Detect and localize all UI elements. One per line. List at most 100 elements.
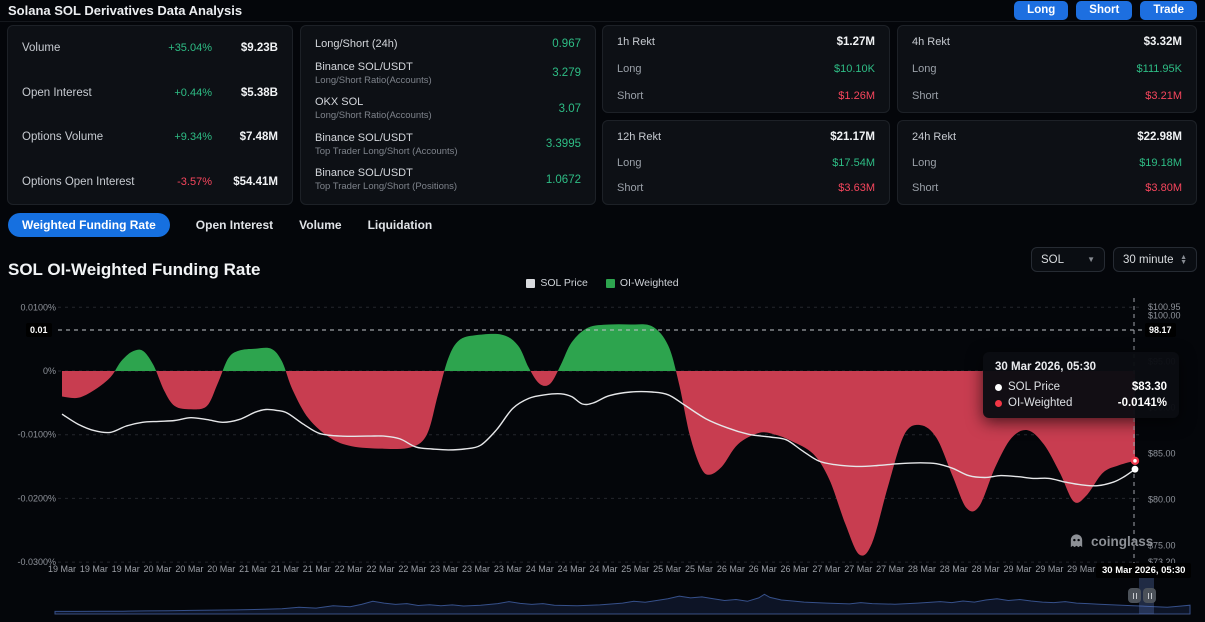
x-axis-tick: 25 Mar xyxy=(685,564,713,574)
chart-controls: SOL ▼ 30 minute ▲▼ xyxy=(1031,247,1197,272)
sol-price-swatch-icon xyxy=(526,279,535,288)
long-button[interactable]: Long xyxy=(1014,1,1068,20)
page-title: Solana SOL Derivatives Data Analysis xyxy=(8,3,242,18)
legend-label: OI-Weighted xyxy=(620,277,679,289)
x-axis-tick: 24 Mar xyxy=(526,564,554,574)
rekt-long-value: $19.18M xyxy=(1139,157,1182,169)
x-axis-tick: 19 Mar xyxy=(112,564,140,574)
x-axis-tick: 25 Mar xyxy=(653,564,681,574)
x-axis-tick: 25 Mar xyxy=(621,564,649,574)
tooltip-row-sol-price: SOL Price $83.30 xyxy=(995,381,1167,393)
rekt-short-label: Short xyxy=(912,90,938,102)
ratio-value: 0.967 xyxy=(552,38,581,50)
navigator-handle-left[interactable] xyxy=(1128,588,1141,603)
x-axis-tick: 26 Mar xyxy=(781,564,809,574)
x-axis-tick: 23 Mar xyxy=(494,564,522,574)
x-axis-tick: 20 Mar xyxy=(207,564,235,574)
rekt-short-value: $3.21M xyxy=(1145,90,1182,102)
rekt-short-value: $1.26M xyxy=(838,90,875,102)
x-axis-tick: 24 Mar xyxy=(558,564,586,574)
rekt-short-label: Short xyxy=(617,182,643,194)
ratio-value: 1.0672 xyxy=(546,174,581,186)
legend-label: SOL Price xyxy=(540,277,587,289)
svg-text:-0.0200%: -0.0200% xyxy=(17,493,56,503)
x-axis-tick: 20 Mar xyxy=(144,564,172,574)
rekt-long-value: $10.10K xyxy=(834,63,875,75)
app-root: Solana SOL Derivatives Data Analysis Lon… xyxy=(0,0,1205,622)
crosshair-time-label: 30 Mar 2026, 05:30 xyxy=(1096,563,1191,578)
navigator-canvas[interactable] xyxy=(0,580,1205,620)
stat-value: $54.41M xyxy=(212,176,278,188)
stat-change: +0.44% xyxy=(152,87,212,99)
ratio-sublabel: Top Trader Long/Short (Accounts) xyxy=(315,146,546,157)
chart-tooltip: 30 Mar 2026, 05:30 SOL Price $83.30 OI-W… xyxy=(983,352,1179,418)
stat-row-options-volume: Options Volume +9.34% $7.48M xyxy=(22,131,278,143)
top-bar-actions: Long Short Trade xyxy=(1014,1,1197,20)
rekt-long-label: Long xyxy=(912,63,936,75)
trade-button[interactable]: Trade xyxy=(1140,1,1197,20)
tab-liquidation[interactable]: Liquidation xyxy=(368,213,433,237)
tooltip-row-oi-weighted: OI-Weighted -0.0141% xyxy=(995,397,1167,409)
oi-weighted-dot-icon xyxy=(995,400,1002,407)
interval-select[interactable]: 30 minute ▲▼ xyxy=(1113,247,1197,272)
ratio-label: Binance SOL/USDT xyxy=(315,167,546,179)
rekt-period: 24h Rekt xyxy=(912,131,956,143)
crosshair-y-right-label: 98.17 xyxy=(1145,323,1176,337)
rekt-short-label: Short xyxy=(617,90,643,102)
stat-value: $7.48M xyxy=(212,131,278,143)
tooltip-series-value: $83.30 xyxy=(1132,381,1167,393)
symbol-select[interactable]: SOL ▼ xyxy=(1031,247,1105,272)
x-axis-tick: 28 Mar xyxy=(972,564,1000,574)
svg-text:0%: 0% xyxy=(43,366,56,376)
x-axis-labels: 19 Mar19 Mar19 Mar20 Mar20 Mar20 Mar21 M… xyxy=(0,564,1205,577)
x-axis-tick: 22 Mar xyxy=(366,564,394,574)
short-button[interactable]: Short xyxy=(1076,1,1132,20)
stat-value: $9.23B xyxy=(212,42,278,54)
long-short-ratios-panel: Long/Short (24h) 0.967 Binance SOL/USDT … xyxy=(300,25,596,205)
chart-legend: SOL Price OI-Weighted xyxy=(0,277,1205,289)
x-axis-tick: 19 Mar xyxy=(80,564,108,574)
chart-tabs: Weighted Funding Rate Open Interest Volu… xyxy=(8,213,432,237)
tab-weighted-funding-rate[interactable]: Weighted Funding Rate xyxy=(8,213,170,237)
x-axis-tick: 29 Mar xyxy=(1003,564,1031,574)
rekt-total: $1.27M xyxy=(837,36,875,48)
svg-text:0.0100%: 0.0100% xyxy=(20,302,56,312)
chevron-down-icon: ▼ xyxy=(1087,255,1095,264)
ratio-value: 3.07 xyxy=(559,103,581,115)
ratio-sublabel: Long/Short Ratio(Accounts) xyxy=(315,75,552,86)
chart-canvas[interactable]: 0.0100%0%-0.0100%-0.0200%-0.0300%$100.95… xyxy=(0,292,1205,578)
x-axis-tick: 29 Mar xyxy=(1067,564,1095,574)
legend-item-oi-weighted[interactable]: OI-Weighted xyxy=(606,277,679,289)
rekt-total: $21.17M xyxy=(830,131,875,143)
rekt-short-label: Short xyxy=(912,182,938,194)
sol-price-dot-icon xyxy=(995,384,1002,391)
rekt-total: $22.98M xyxy=(1137,131,1182,143)
ratio-label: Long/Short (24h) xyxy=(315,38,552,50)
x-axis-tick: 26 Mar xyxy=(749,564,777,574)
x-axis-tick: 21 Mar xyxy=(271,564,299,574)
x-axis-tick: 28 Mar xyxy=(908,564,936,574)
rekt-long-label: Long xyxy=(912,157,936,169)
stat-row-options-open-interest: Options Open Interest -3.57% $54.41M xyxy=(22,176,278,188)
ratio-label: Binance SOL/USDT xyxy=(315,132,546,144)
symbol-select-value: SOL xyxy=(1041,254,1064,266)
funding-rate-chart[interactable]: 0.0100%0%-0.0100%-0.0200%-0.0300%$100.95… xyxy=(0,292,1205,578)
chart-navigator[interactable] xyxy=(0,580,1205,620)
ratio-row: Binance SOL/USDT Long/Short Ratio(Accoun… xyxy=(315,61,581,86)
rekt-period: 12h Rekt xyxy=(617,131,661,143)
x-axis-tick: 27 Mar xyxy=(876,564,904,574)
x-axis-tick: 21 Mar xyxy=(303,564,331,574)
svg-text:$80.00: $80.00 xyxy=(1148,495,1176,505)
tab-open-interest[interactable]: Open Interest xyxy=(196,213,273,237)
x-axis-tick: 22 Mar xyxy=(398,564,426,574)
x-axis-tick: 19 Mar xyxy=(48,564,76,574)
tab-volume[interactable]: Volume xyxy=(299,213,341,237)
x-axis-tick: 24 Mar xyxy=(589,564,617,574)
ratio-sublabel: Long/Short Ratio(Accounts) xyxy=(315,110,559,121)
rekt-period: 1h Rekt xyxy=(617,36,655,48)
navigator-handle-right[interactable] xyxy=(1143,588,1156,603)
watermark-text: coinglass xyxy=(1091,534,1153,549)
legend-item-sol-price[interactable]: SOL Price xyxy=(526,277,587,289)
x-axis-tick: 21 Mar xyxy=(239,564,267,574)
x-axis-tick: 26 Mar xyxy=(717,564,745,574)
